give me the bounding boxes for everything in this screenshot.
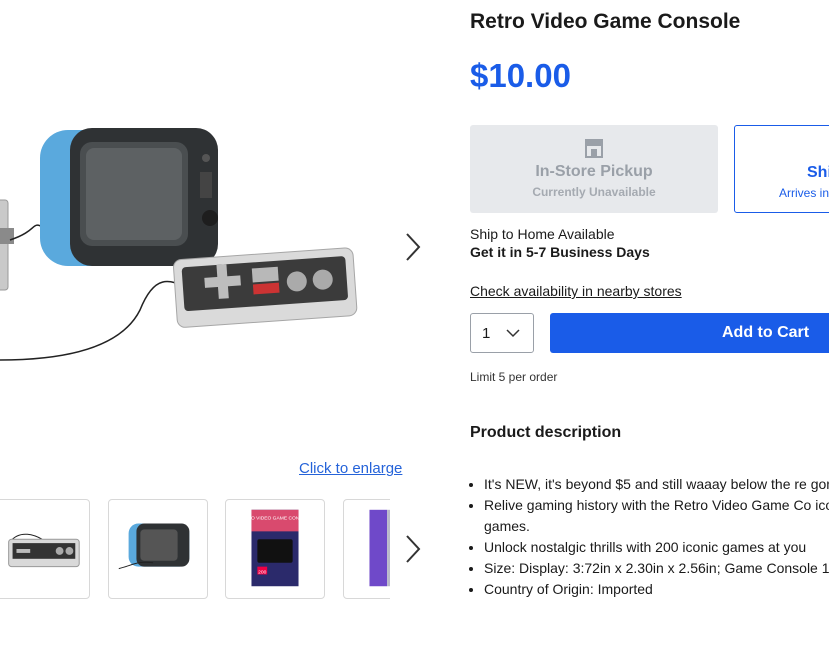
thumbnail-strip: RETRO VIDEO GAME CONSOLE 200 [0,499,390,599]
thumbnail-box[interactable]: RETRO VIDEO GAME CONSOLE 200 [225,499,325,599]
product-description-heading: Product description [470,424,622,441]
list-item: Country of Origin: Imported [484,579,829,600]
thumbnail-controller[interactable] [0,499,90,599]
click-to-enlarge-link[interactable]: Click to enlarge [299,460,402,477]
check-nearby-stores-link[interactable]: Check availability in nearby stores [470,283,682,299]
svg-text:RETRO VIDEO GAME CONSOLE: RETRO VIDEO GAME CONSOLE [238,516,313,522]
thumbnail-box-side[interactable] [343,499,390,599]
chevron-right-icon [406,535,421,563]
store-icon [585,139,603,158]
order-limit-text: Limit 5 per order [470,370,558,384]
product-description-list: It's NEW, it's beyond $5 and still waaay… [470,474,829,600]
main-product-image[interactable] [0,110,380,380]
pickup-status: Currently Unavailable [532,185,656,199]
list-item: Size: Display: 3:72in x 2.30in x 2.56in;… [484,558,829,579]
quantity-select[interactable]: 1 [470,313,534,353]
product-price: $10.00 [470,57,571,94]
pickup-title: In-Store Pickup [535,163,653,180]
thumbnail-next-button[interactable] [398,529,428,569]
list-item: It's NEW, it's beyond $5 and still waaay… [484,474,829,495]
main-image-next-button[interactable] [398,227,428,267]
in-store-pickup-option: In-Store Pickup Currently Unavailable [470,125,718,213]
delivery-estimate: Get it in 5-7 Business Days [470,244,650,260]
chevron-right-icon [406,233,421,261]
product-title: Retro Video Game Console [470,10,741,33]
quantity-value: 1 [482,325,491,342]
ship-subtitle: Arrives in [779,186,829,200]
svg-text:200: 200 [258,570,266,576]
thumbnail-console[interactable] [108,499,208,599]
availability-text: Ship to Home Available [470,226,615,242]
add-to-cart-label: Add to Cart [722,324,810,341]
list-item: Unlock nostalgic thrills with 200 iconic… [484,537,829,558]
chevron-down-icon [506,329,520,338]
list-item: Relive gaming history with the Retro Vid… [484,495,829,537]
ship-title: Shi [807,164,829,181]
add-to-cart-button[interactable]: Add to Cart [550,313,829,353]
ship-to-home-option[interactable]: Shi Arrives in [734,125,829,213]
